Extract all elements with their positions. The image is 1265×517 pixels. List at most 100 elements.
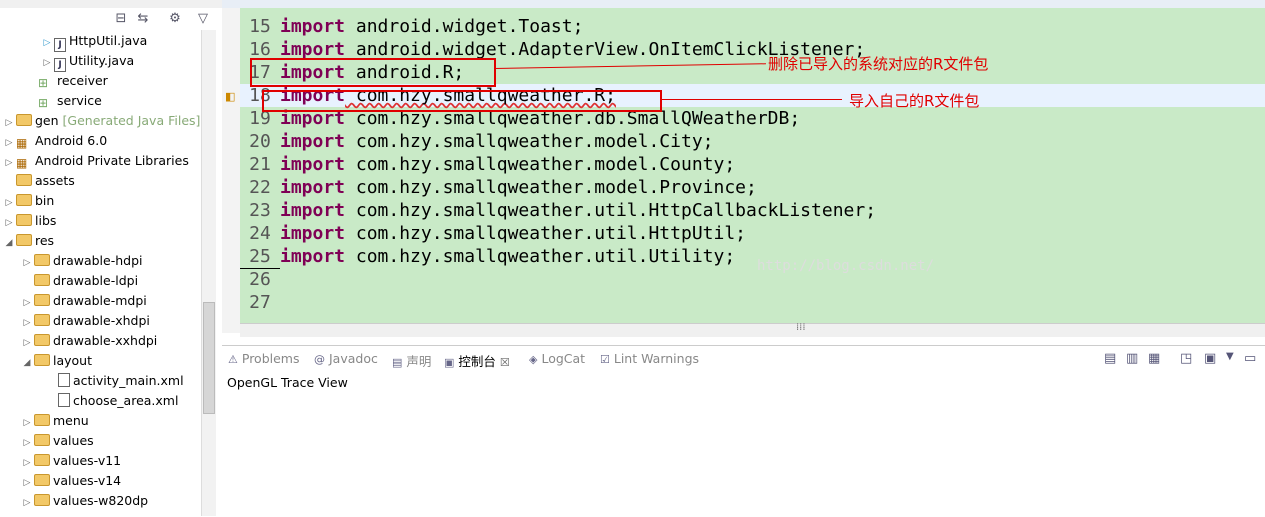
expand-arrow-icon[interactable]: ▷ xyxy=(4,113,14,133)
code-line[interactable]: 24 import com.hzy.smallqweather.util.Http… xyxy=(240,222,1265,245)
view-menu-icon[interactable]: ⚙ xyxy=(168,12,182,26)
close-icon[interactable]: ☒ xyxy=(500,356,510,369)
keyword: import xyxy=(280,177,346,198)
tree-item-label: Android 6.0 xyxy=(35,133,108,148)
pin-console-icon[interactable]: ◳ xyxy=(1180,351,1192,366)
code-line[interactable]: 26 xyxy=(240,268,1265,291)
line-number: 21 xyxy=(249,154,271,175)
code-editor[interactable]: ◧ 15 import android.widget.Toast; 16 impor… xyxy=(222,0,1265,345)
collapse-arrow-icon[interactable]: ◢ xyxy=(4,233,14,253)
expand-arrow-icon[interactable]: ▷ xyxy=(22,313,32,333)
tab-lint-warnings[interactable]: ☑ Lint Warnings xyxy=(600,351,699,366)
chevron-down-icon[interactable]: ▽ xyxy=(196,12,210,26)
code-line[interactable]: 20 import com.hzy.smallqweather.model.Cit… xyxy=(240,130,1265,153)
tree-item-httputil[interactable]: ▷ J HttpUtil.java xyxy=(42,31,148,53)
folder-icon xyxy=(34,314,50,326)
expand-arrow-icon[interactable]: ▷ xyxy=(4,193,14,213)
tree-item-utility[interactable]: ▷ J Utility.java xyxy=(42,51,134,73)
tree-item-drawable-mdpi[interactable]: ▷ drawable-mdpi xyxy=(22,291,147,311)
tree-item-values-v11[interactable]: ▷ values-v11 xyxy=(22,451,122,473)
folder-icon xyxy=(16,194,32,206)
collapse-all-icon[interactable]: ⊟ xyxy=(114,12,128,26)
folder-icon xyxy=(34,414,50,426)
tab-declaration[interactable]: ▤ 声明 xyxy=(392,351,431,370)
tree-item-drawable-xhdpi[interactable]: ▷ drawable-xhdpi xyxy=(22,311,150,331)
tree-item-label: menu xyxy=(53,413,89,428)
tree-item-drawable-hdpi[interactable]: ▷ drawable-hdpi xyxy=(22,251,143,271)
tab-javadoc[interactable]: @ Javadoc xyxy=(314,351,378,366)
folder-icon xyxy=(16,234,32,246)
tree-item-libs[interactable]: ▷ libs xyxy=(4,211,57,233)
code-text: android.widget.Toast; xyxy=(345,16,584,37)
scroll-grip-icon[interactable]: ⁞⁞⁞ xyxy=(796,322,806,333)
tab-logcat[interactable]: ◈ LogCat xyxy=(529,351,585,366)
line-number: 20 xyxy=(249,131,271,152)
folder-icon xyxy=(34,274,50,286)
minimize-icon[interactable]: ▭ xyxy=(1244,351,1256,366)
tree-item-drawable-xxhdpi[interactable]: ▷ drawable-xxhdpi xyxy=(22,331,158,353)
tree-item-android-private-libraries[interactable]: ▷ ▦ Android Private Libraries xyxy=(4,151,189,171)
expand-arrow-icon[interactable]: ▷ xyxy=(22,433,32,453)
expand-arrow-icon[interactable]: ▷ xyxy=(22,413,32,433)
code-line[interactable]: 15 import android.widget.Toast; xyxy=(240,15,1265,38)
expand-arrow-icon[interactable]: ▷ xyxy=(22,493,32,513)
tree-item-assets[interactable]: assets xyxy=(4,171,75,191)
expand-arrow-icon[interactable]: ▷ xyxy=(22,333,32,353)
code-line[interactable]: 21 import com.hzy.smallqweather.model.Cou… xyxy=(240,153,1265,176)
word-wrap-icon[interactable]: ▦ xyxy=(1148,351,1160,366)
code-text: com.hzy.smallqweather.util.HttpCallbackL… xyxy=(345,200,877,221)
tree-item-bin[interactable]: ▷ bin xyxy=(4,191,55,213)
display-console-icon[interactable]: ▣ xyxy=(1204,351,1216,366)
tree-item-values-w820dp[interactable]: ▷ values-w820dp xyxy=(22,491,149,513)
expand-arrow-icon[interactable]: ▷ xyxy=(22,473,32,493)
tree-item-layout[interactable]: ◢ layout xyxy=(22,351,92,371)
tree-item-gen[interactable]: ▷ gen [Generated Java Files] xyxy=(4,111,201,133)
scroll-lock-icon[interactable]: ▥ xyxy=(1126,351,1138,366)
explorer-scroll-thumb[interactable] xyxy=(203,302,215,414)
code-line[interactable]: 27 xyxy=(240,291,1265,314)
tree-item-android-6[interactable]: ▷ ▦ Android 6.0 xyxy=(4,131,108,153)
line-number: 23 xyxy=(249,200,271,221)
chevron-down-icon[interactable]: ▼ xyxy=(1226,351,1234,362)
tree-item-drawable-ldpi[interactable]: drawable-ldpi xyxy=(22,271,138,291)
tab-problems[interactable]: ⚠ Problems xyxy=(228,351,300,366)
tree-item-res[interactable]: ◢ res xyxy=(4,231,55,253)
tree-item-choose-area[interactable]: choose_area.xml xyxy=(46,391,178,411)
collapse-arrow-icon[interactable]: ◢ xyxy=(22,353,32,373)
tree-item-menu[interactable]: ▷ menu xyxy=(22,411,89,431)
tree-item-label: values-v11 xyxy=(53,453,122,468)
code-line[interactable]: 23 import com.hzy.smallqweather.util.Http… xyxy=(240,199,1265,222)
expand-arrow-icon[interactable]: ▷ xyxy=(22,453,32,473)
tree-item-service[interactable]: ⊞ service xyxy=(26,91,102,111)
tree-item-label: HttpUtil.java xyxy=(69,33,148,48)
editor-tab-strip[interactable] xyxy=(222,0,1265,8)
folder-icon xyxy=(34,334,50,346)
code-line[interactable]: 22 import com.hzy.smallqweather.model.Pro… xyxy=(240,176,1265,199)
declaration-icon: ▤ xyxy=(392,356,403,369)
link-with-editor-icon[interactable]: ⇆ xyxy=(136,12,150,26)
editor-horizontal-scrollbar[interactable]: ⁞⁞⁞ xyxy=(240,322,1265,337)
keyword: import xyxy=(280,39,346,60)
expand-arrow-icon[interactable]: ▷ xyxy=(4,213,14,233)
tab-console[interactable]: ▣ 控制台 ☒ xyxy=(444,351,510,370)
tree-item-label: bin xyxy=(35,193,55,208)
code-text: com.hzy.smallqweather.model.County; xyxy=(345,154,736,175)
tree-item-values-v14[interactable]: ▷ values-v14 xyxy=(22,471,122,493)
code-area[interactable]: 15 import android.widget.Toast; 16 import … xyxy=(240,8,1265,323)
expand-arrow-icon[interactable]: ▷ xyxy=(42,53,52,73)
clear-console-icon[interactable]: ▤ xyxy=(1104,351,1116,366)
tree-item-values[interactable]: ▷ values xyxy=(22,431,94,451)
tree-item-activity-main[interactable]: activity_main.xml xyxy=(46,371,184,391)
expand-arrow-icon[interactable]: ▷ xyxy=(4,133,14,153)
warning-marker-icon[interactable]: ◧ xyxy=(225,90,235,103)
tree-item-receiver[interactable]: ⊞ receiver xyxy=(26,71,108,91)
code-line[interactable]: 25 import com.hzy.smallqweather.util.Util… xyxy=(240,245,1265,269)
package-icon: ⊞ xyxy=(38,76,49,90)
expand-arrow-icon[interactable]: ▷ xyxy=(4,153,14,173)
annotation-arrow-2 xyxy=(662,99,842,100)
expand-arrow-icon[interactable]: ▷ xyxy=(42,33,52,53)
explorer-scrollbar[interactable] xyxy=(201,30,216,516)
tree-item-label: drawable-ldpi xyxy=(53,273,139,288)
expand-arrow-icon[interactable]: ▷ xyxy=(22,293,32,313)
expand-arrow-icon[interactable]: ▷ xyxy=(22,253,32,273)
